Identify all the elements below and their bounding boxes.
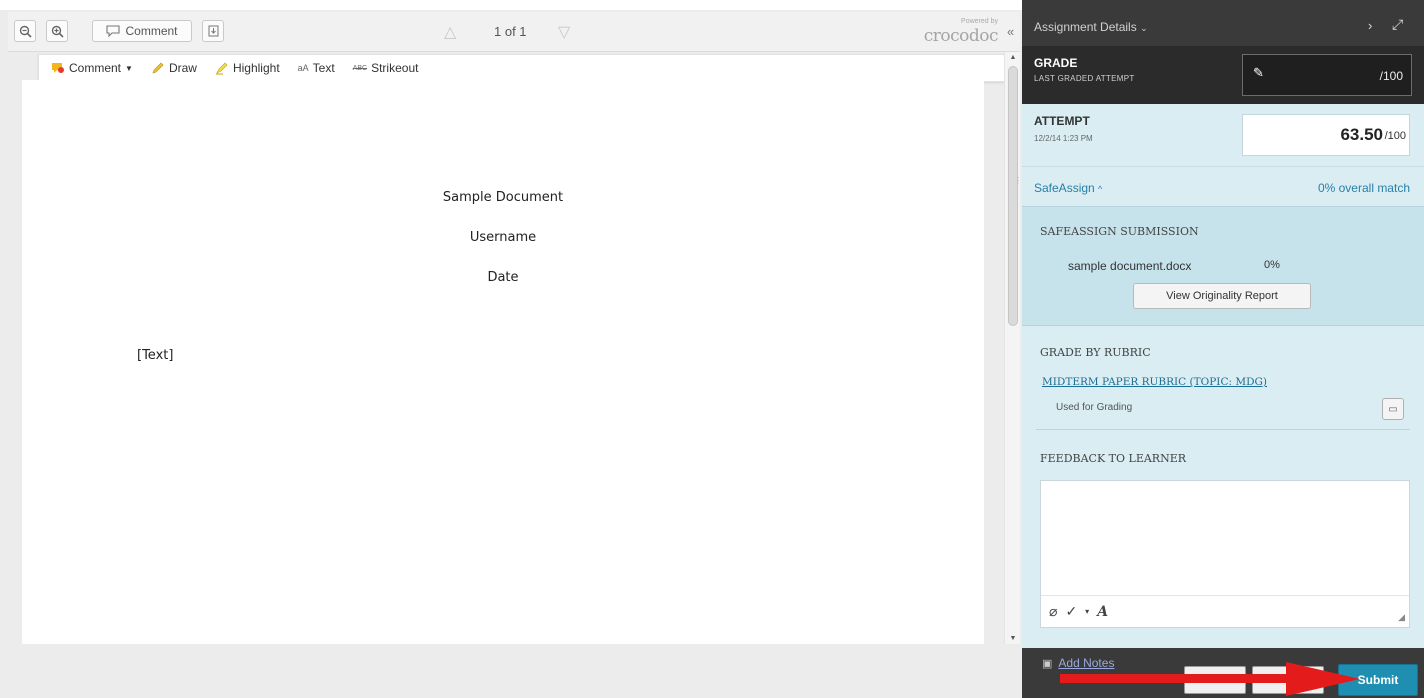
- annotation-draw-label: Draw: [168, 61, 197, 75]
- crocodoc-logo: Powered by crocodoc: [898, 16, 999, 46]
- rubric-view-icon: ▭: [1388, 403, 1398, 415]
- text-icon: aA: [297, 63, 309, 73]
- chevron-down-icon: ▼: [125, 63, 133, 73]
- attempt-score: 63.50: [1340, 125, 1383, 144]
- zoom-out-icon: [19, 25, 32, 38]
- resize-handle-icon[interactable]: ◢: [1398, 612, 1405, 623]
- annotation-comment-tool[interactable]: Comment ▼: [51, 61, 133, 75]
- grade-row: GRADE LAST GRADED ATTEMPT ✎ /100: [1022, 46, 1424, 104]
- next-arrow-icon[interactable]: ›: [1368, 18, 1372, 33]
- attempt-row: ATTEMPT 12/2/14 1:23 PM 63.50 /100: [1022, 104, 1424, 166]
- document-scrollbar[interactable]: ▲ ▼: [1004, 52, 1020, 644]
- chevron-down-icon: ⌄: [1140, 23, 1148, 33]
- attach-icon[interactable]: ⌀: [1049, 603, 1057, 620]
- annotation-highlight-label: Highlight: [232, 61, 280, 75]
- feedback-section: FEEDBACK TO LEARNER ⌀ ✓ ▾ A ◢: [1022, 430, 1424, 648]
- annotation-toolbar: Comment ▼ Draw Highlight aA Text ABC Str…: [38, 54, 1008, 82]
- edit-pencil-icon[interactable]: ✎: [1253, 65, 1264, 81]
- font-style-icon[interactable]: A: [1097, 604, 1108, 620]
- notes-icon: ▣: [1042, 657, 1053, 670]
- strikeout-icon: ABC: [352, 64, 368, 72]
- zoom-out-button[interactable]: [14, 20, 36, 42]
- download-icon: [208, 25, 218, 37]
- annotation-comment-label: Comment: [69, 61, 122, 75]
- scrollbar-thumb[interactable]: [1008, 66, 1018, 326]
- page-indicator: 1 of 1: [494, 24, 527, 39]
- safeassign-file-percent: 0%: [1264, 259, 1280, 271]
- splitter-grip-icon[interactable]: ⋮: [1014, 176, 1022, 185]
- safeassign-row: SafeAssign ^ 0% overall match: [1022, 166, 1424, 206]
- assignment-details-dropdown[interactable]: Assignment Details ⌄: [1034, 20, 1148, 34]
- rubric-view-button[interactable]: ▭: [1382, 398, 1404, 420]
- zoom-in-icon: [51, 25, 64, 38]
- annotation-text-label: Text: [312, 61, 335, 75]
- previous-page-icon[interactable]: △: [444, 22, 456, 42]
- grading-panel: Assignment Details ⌄ › ⤢ GRADE LAST GRAD…: [1022, 0, 1424, 698]
- safeassign-submission-section: SAFEASSIGN SUBMISSION sample document.do…: [1022, 206, 1424, 326]
- grade-field[interactable]: ✎ /100: [1242, 54, 1412, 96]
- red-arrow-annotation: [1060, 662, 1360, 696]
- document-title: Sample Document: [442, 190, 564, 205]
- grade-label: GRADE: [1034, 56, 1078, 70]
- attempt-score-field[interactable]: 63.50 /100: [1242, 114, 1410, 156]
- annotation-text-tool[interactable]: aA Text: [298, 61, 335, 75]
- feedback-heading: FEEDBACK TO LEARNER: [1040, 452, 1187, 465]
- attempt-max: /100: [1384, 130, 1406, 142]
- zoom-in-button[interactable]: [46, 20, 68, 42]
- rubric-link[interactable]: MIDTERM PAPER RUBRIC (TOPIC: MDG): [1042, 376, 1267, 388]
- grade-sublabel: LAST GRADED ATTEMPT: [1034, 74, 1135, 83]
- document-viewer: Comment △ 1 of 1 ▽ Powered by crocodoc «…: [0, 0, 1022, 698]
- safeassign-file-name: sample document.docx: [1068, 259, 1192, 273]
- feedback-textarea[interactable]: ⌀ ✓ ▾ A ◢: [1040, 480, 1410, 628]
- rubric-used-label: Used for Grading: [1056, 402, 1133, 413]
- collapse-panel-icon[interactable]: «: [1007, 24, 1014, 39]
- annotation-strikeout-label: Strikeout: [371, 61, 419, 75]
- document-username: Username: [469, 230, 537, 245]
- safeassign-toggle-label: SafeAssign: [1034, 181, 1095, 195]
- annotation-highlight-tool[interactable]: Highlight: [215, 61, 280, 75]
- panel-title-label: Assignment Details: [1034, 20, 1137, 34]
- scroll-down-icon[interactable]: ▼: [1005, 635, 1021, 642]
- comment-toggle-button[interactable]: Comment: [92, 20, 192, 42]
- spellcheck-icon[interactable]: ✓: [1065, 603, 1077, 620]
- next-page-icon[interactable]: ▽: [558, 22, 570, 42]
- feedback-toolbar: ⌀ ✓ ▾ A: [1041, 595, 1409, 627]
- scroll-up-icon[interactable]: ▲: [1005, 54, 1021, 61]
- download-button[interactable]: [202, 20, 224, 42]
- attempt-date: 12/2/14 1:23 PM: [1034, 134, 1093, 143]
- viewer-top-strip: [0, 0, 1022, 10]
- safeassign-heading: SAFEASSIGN SUBMISSION: [1040, 225, 1199, 238]
- comment-toggle-label: Comment: [125, 24, 178, 38]
- rubric-heading: GRADE BY RUBRIC: [1040, 346, 1151, 359]
- pencil-icon: [152, 62, 164, 74]
- speech-bubble-icon: [106, 25, 121, 37]
- chevron-down-icon[interactable]: ▾: [1085, 607, 1089, 616]
- document-page[interactable]: Sample Document Username Date [Text]: [22, 80, 984, 644]
- crocodoc-brand: crocodoc: [923, 26, 999, 46]
- rubric-section: GRADE BY RUBRIC MIDTERM PAPER RUBRIC (TO…: [1022, 326, 1424, 430]
- grade-max: /100: [1379, 69, 1403, 83]
- safeassign-toggle[interactable]: SafeAssign ^: [1034, 181, 1102, 195]
- expand-icon[interactable]: ⤢: [1392, 16, 1403, 33]
- comment-icon: [52, 63, 64, 73]
- overall-match: 0% overall match: [1317, 181, 1410, 195]
- attempt-label: ATTEMPT: [1034, 114, 1090, 128]
- annotation-strikeout-tool[interactable]: ABC Strikeout: [353, 61, 419, 75]
- powered-by-label: Powered by: [961, 18, 998, 25]
- viewer-toolbar: Comment △ 1 of 1 ▽ Powered by crocodoc «: [8, 12, 1020, 52]
- annotation-draw-tool[interactable]: Draw: [151, 61, 197, 75]
- view-originality-report-button[interactable]: View Originality Report: [1133, 283, 1311, 309]
- panel-header: Assignment Details ⌄ › ⤢: [1022, 0, 1424, 46]
- caret-up-icon: ^: [1098, 184, 1103, 194]
- document-date: Date: [487, 270, 519, 285]
- document-body-text: [Text]: [137, 348, 174, 363]
- highlighter-icon: [215, 62, 228, 75]
